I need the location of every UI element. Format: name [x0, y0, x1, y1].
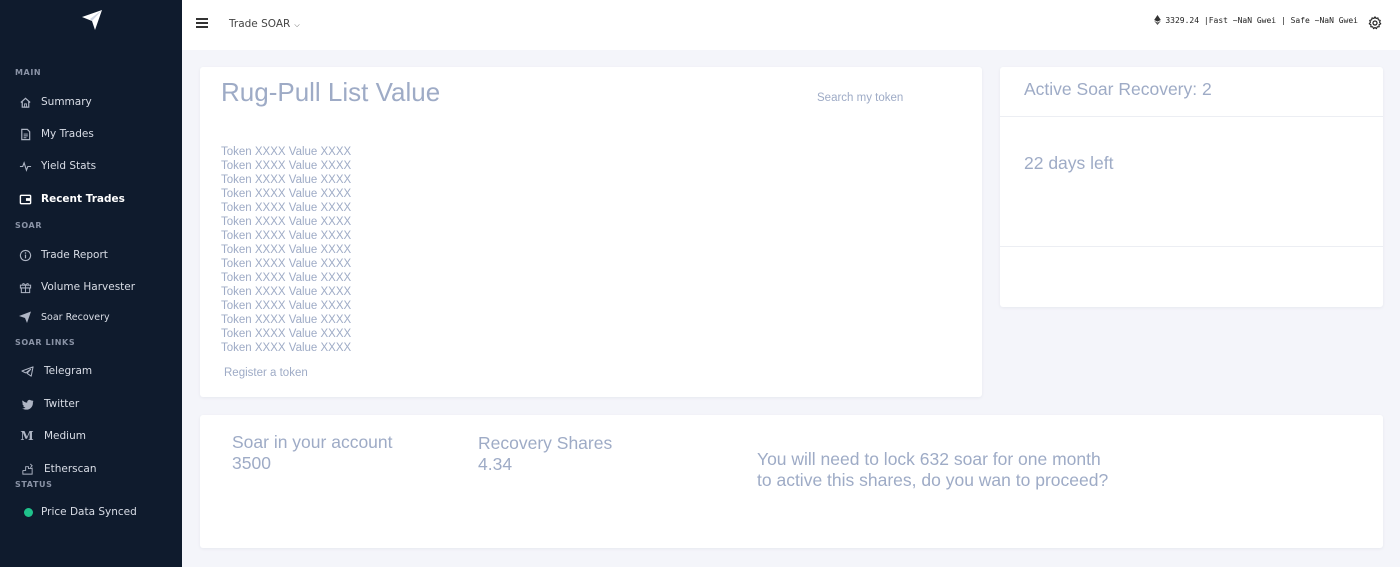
- recovery-shares-value: 4.34: [478, 454, 513, 474]
- list-item: Token XXXX Value XXXX: [221, 174, 352, 186]
- list-item: Token XXXX Value XXXX: [221, 146, 352, 158]
- search-token-input[interactable]: [817, 92, 937, 104]
- sidebar-item-label: Telegram: [44, 365, 93, 377]
- rug-pull-title: Rug-Pull List Value: [221, 77, 441, 107]
- list-item: Token XXXX Value XXXX: [221, 314, 352, 326]
- sidebar-item-soar-recovery[interactable]: Soar Recovery: [0, 305, 182, 329]
- sidebar-item-label: Etherscan: [44, 463, 97, 475]
- soar-account-label: Soar in your account: [232, 432, 393, 452]
- lock-message: You will need to lock 632 soar for one m…: [757, 449, 1109, 490]
- sidebar-item-telegram[interactable]: Telegram: [0, 359, 182, 383]
- list-item: Token XXXX Value XXXX: [221, 244, 352, 256]
- pulse-icon: [18, 159, 32, 173]
- home-icon: [18, 95, 32, 109]
- sidebar-item-trade-report[interactable]: Trade Report: [0, 243, 182, 267]
- etherscan-icon: [20, 462, 34, 476]
- list-item: Token XXXX Value XXXX: [221, 286, 352, 298]
- soar-account-value: 3500: [232, 453, 271, 473]
- list-item: Token XXXX Value XXXX: [221, 342, 352, 354]
- sidebar-item-label: Price Data Synced: [41, 506, 137, 518]
- sidebar-item-twitter[interactable]: Twitter: [0, 392, 182, 416]
- trade-select-dropdown[interactable]: Trade SOAR ⌵: [229, 18, 300, 30]
- sidebar-item-label: Yield Stats: [41, 160, 97, 172]
- list-item: Token XXXX Value XXXX: [221, 216, 352, 228]
- list-item: Token XXXX Value XXXX: [221, 300, 352, 312]
- sidebar-item-label: Soar Recovery: [41, 311, 110, 323]
- recovery-title: Active Soar Recovery: 2: [1024, 79, 1212, 99]
- gas-price-info: 3329.24 |Fast ~NaN Gwei | Safe ~NaN Gwei: [1154, 15, 1358, 25]
- recovery-card: Active Soar Recovery: 2 22 days left: [1000, 67, 1383, 307]
- twitter-icon: [20, 397, 34, 411]
- info-icon: [18, 248, 32, 262]
- days-left-text: 22 days left: [1024, 153, 1114, 173]
- hamburger-menu-icon[interactable]: [196, 18, 208, 30]
- topbar: Trade SOAR ⌵ 3329.24 |Fast ~NaN Gwei | Sa…: [182, 0, 1400, 50]
- list-item: Token XXXX Value XXXX: [221, 160, 352, 172]
- sidebar-item-medium[interactable]: M Medium: [0, 424, 182, 448]
- chevron-down-icon: ⌵: [294, 21, 300, 29]
- sidebar-item-label: My Trades: [41, 128, 94, 140]
- medium-icon: M: [20, 429, 34, 443]
- list-item: Token XXXX Value XXXX: [221, 258, 352, 270]
- rug-pull-card: Rug-Pull List Value Token XXXX Value XXX…: [200, 67, 982, 397]
- sidebar-item-label: Recent Trades: [41, 193, 125, 205]
- list-item: Token XXXX Value XXXX: [221, 328, 352, 340]
- list-item: Token XXXX Value XXXX: [221, 188, 352, 200]
- sidebar-item-etherscan[interactable]: Etherscan: [0, 457, 182, 481]
- sidebar-item-label: Medium: [44, 430, 86, 442]
- section-title-main: MAIN: [15, 68, 42, 77]
- token-list: Token XXXX Value XXXX Token XXXX Value X…: [221, 145, 351, 355]
- list-item: Token XXXX Value XXXX: [221, 230, 352, 242]
- sidebar-item-label: Summary: [41, 96, 92, 108]
- sidebar-item-label: Trade Report: [41, 249, 108, 261]
- ethereum-icon: [1154, 15, 1162, 25]
- divider: [1000, 116, 1383, 117]
- gift-icon: [18, 280, 32, 294]
- sidebar-item-label: Volume Harvester: [41, 281, 136, 293]
- section-title-soar-links: SOAR LINKS: [15, 338, 76, 347]
- sidebar: MAIN Summary My Trades Yield Stats Recen…: [0, 0, 182, 567]
- document-icon: [18, 127, 32, 141]
- sidebar-item-recent-trades[interactable]: Recent Trades: [0, 187, 182, 211]
- trade-select-label: Trade SOAR: [229, 18, 291, 30]
- gas-price-text: 3329.24 |Fast ~NaN Gwei | Safe ~NaN Gwei: [1165, 15, 1358, 25]
- paper-plane-icon: [18, 310, 32, 324]
- register-token-link[interactable]: Register a token: [224, 367, 308, 379]
- telegram-icon: [20, 364, 34, 378]
- list-item: Token XXXX Value XXXX: [221, 272, 352, 284]
- list-item: Token XXXX Value XXXX: [221, 202, 352, 214]
- section-title-status: STATUS: [15, 480, 53, 489]
- sidebar-item-price-data-synced: Price Data Synced: [0, 500, 182, 524]
- sidebar-item-summary[interactable]: Summary: [0, 90, 182, 114]
- divider: [1000, 246, 1383, 247]
- wallet-icon: [18, 192, 32, 206]
- account-card: Soar in your account 3500 Recovery Share…: [200, 415, 1383, 548]
- sidebar-item-label: Twitter: [44, 398, 80, 410]
- recovery-shares-label: Recovery Shares: [478, 433, 613, 453]
- status-dot-icon: [21, 505, 35, 519]
- section-title-soar: SOAR: [15, 221, 43, 230]
- logo-paper-plane-icon[interactable]: [80, 8, 104, 32]
- gear-icon[interactable]: [1368, 16, 1382, 30]
- sidebar-item-my-trades[interactable]: My Trades: [0, 122, 182, 146]
- sidebar-item-yield-stats[interactable]: Yield Stats: [0, 154, 182, 178]
- sidebar-item-volume-harvester[interactable]: Volume Harvester: [0, 275, 182, 299]
